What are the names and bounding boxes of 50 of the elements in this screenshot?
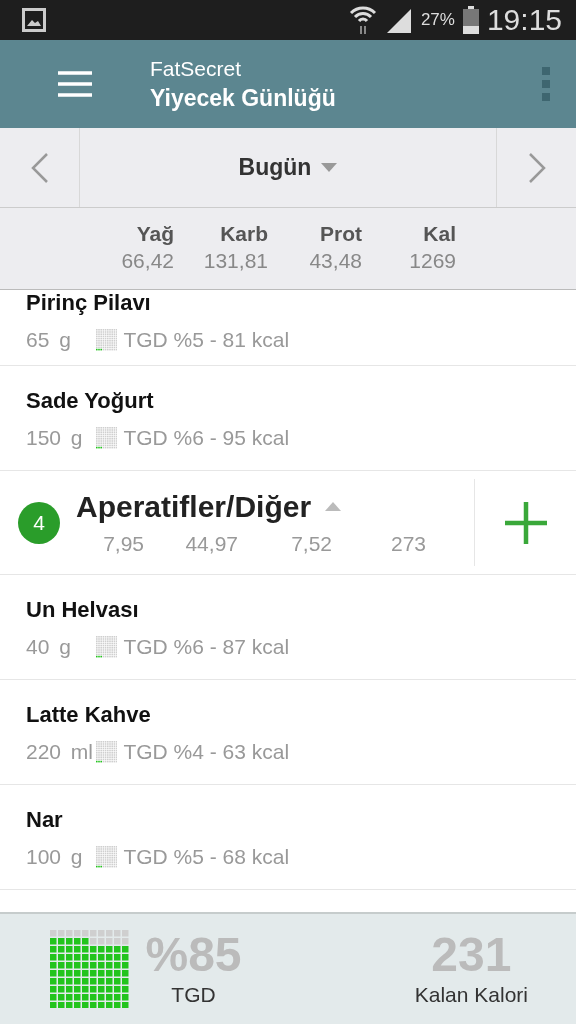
remaining-label: Kalan Kalori [414, 983, 528, 1007]
battery-percent: 27% [420, 10, 455, 30]
serving-amount: 150 g [26, 426, 84, 450]
nutrient-label: Karb [220, 222, 268, 246]
meal-total: 44,97 [184, 531, 238, 556]
serving-amount: 220 ml [26, 740, 95, 764]
plus-icon [504, 501, 547, 544]
page-title: Yiyecek Günlüğü [150, 84, 337, 112]
nutrient-label: Yağ [136, 222, 174, 246]
nutrient-total: 66,42 [121, 249, 174, 273]
wifi-icon [348, 4, 377, 36]
nutrient-label: Kal [423, 222, 456, 246]
serving-amount: 40 g [26, 635, 72, 659]
rdi-grid-icon [96, 636, 118, 658]
food-name[interactable]: Un Helvası [26, 597, 576, 623]
count-badge: 4 [18, 501, 60, 544]
menu-icon [58, 71, 92, 97]
collapse-icon[interactable] [325, 502, 342, 511]
rdi-grid-icon [96, 846, 118, 868]
nutrient-total: 131,81 [203, 249, 268, 273]
rdi-kcal: TGD %5 - 68 kcal [123, 845, 290, 869]
rdi-grid-icon [96, 329, 118, 351]
serving-amount: 100 g [26, 845, 84, 869]
meal-total: 273 [389, 531, 426, 556]
serving-amount: 65 g [26, 328, 72, 352]
rdi-kcal: TGD %6 - 95 kcal [123, 426, 290, 450]
meal-total: 7,52 [290, 531, 332, 556]
clock: 19:15 [486, 3, 562, 37]
rdi-label: TGD [171, 983, 216, 1007]
chevron-right-icon [527, 151, 546, 184]
rdi-kcal: TGD %4 - 63 kcal [123, 740, 290, 764]
dropdown-icon [321, 163, 338, 172]
chevron-left-icon [30, 151, 49, 184]
rdi-grid-icon [96, 427, 118, 449]
food-name[interactable]: Nar [26, 807, 576, 833]
nutrient-total: 1269 [409, 249, 456, 273]
meal-name[interactable]: Aperatifler/Diğer [76, 489, 312, 524]
rdi-kcal: TGD %6 - 87 kcal [123, 635, 290, 659]
food-name[interactable]: Sade Yoğurt [26, 388, 576, 414]
more-icon [542, 67, 550, 101]
nutrient-total: 43,48 [309, 249, 362, 273]
rdi-grid-icon [96, 741, 118, 763]
food-name[interactable]: Latte Kahve [26, 702, 576, 728]
nutrient-label: Prot [320, 222, 362, 246]
meal-total: 7,95 [102, 531, 144, 556]
rdi-kcal: TGD %5 - 81 kcal [123, 328, 290, 352]
gallery-icon [22, 8, 46, 32]
battery-icon [462, 6, 479, 34]
app-name: FatSecret [150, 56, 243, 81]
food-name[interactable]: Pirinç Pilavı [26, 290, 576, 316]
